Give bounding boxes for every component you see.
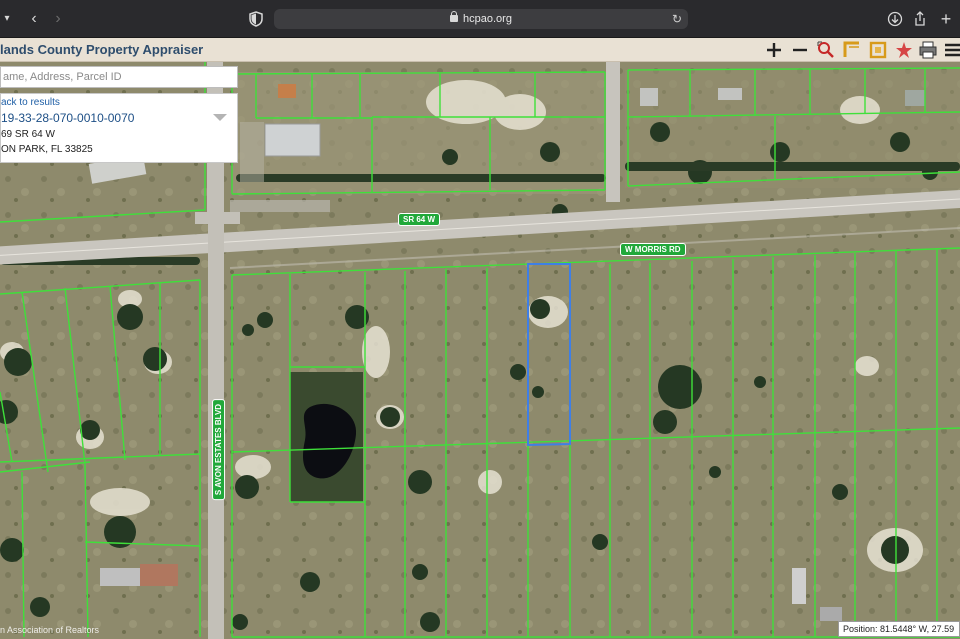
app-title: lands County Property Appraiser [0, 42, 204, 57]
new-tab-icon[interactable]: + [936, 9, 956, 29]
address-line-1: 69 SR 64 W [1, 129, 55, 140]
lock-icon [450, 11, 459, 22]
road-label-morris: W MORRIS RD [620, 243, 686, 256]
parcel-id[interactable]: 19-33-28-070-0010-0070 [1, 110, 237, 127]
building-commercial [264, 123, 321, 157]
shield-icon[interactable] [246, 9, 266, 29]
zoom-box-icon[interactable] [816, 40, 836, 60]
map-copyright: n Association of Realtors [0, 625, 100, 635]
print-icon[interactable] [918, 40, 938, 60]
url-text: hcpao.org [463, 13, 512, 25]
address-line-2: ON PARK, FL 33825 [1, 144, 93, 155]
downloads-icon[interactable] [885, 9, 905, 29]
app-header: lands County Property Appraiser [0, 38, 960, 62]
address-bar[interactable]: hcpao.org ↻ [274, 9, 688, 29]
back-to-results-link[interactable]: ack to results [1, 96, 237, 110]
search-panel: ack to results 19-33-28-070-0010-0070 69… [0, 66, 238, 163]
back-icon[interactable]: ‹ [24, 9, 44, 29]
zoom-out-icon[interactable] [790, 40, 810, 60]
reload-icon[interactable]: ↻ [672, 9, 682, 29]
forward-icon[interactable]: › [48, 9, 68, 29]
road-label-avon: S AVON ESTATES BLVD [212, 398, 226, 501]
road-label-sr64: SR 64 W [398, 213, 441, 226]
browser-toolbar: ▾ ‹ › hcpao.org ↻ + [0, 0, 960, 38]
share-icon[interactable] [910, 9, 930, 29]
select-box-icon[interactable] [868, 40, 888, 60]
search-input[interactable] [0, 66, 238, 88]
sidebar-chevron-icon[interactable]: ▾ [0, 9, 14, 29]
pond [290, 372, 363, 502]
pin-icon[interactable] [894, 40, 914, 60]
position-readout: Position: 81.5448° W, 27.59 [838, 621, 960, 637]
menu-icon[interactable] [943, 40, 960, 60]
measure-icon[interactable] [842, 40, 862, 60]
chevron-down-icon[interactable] [213, 114, 227, 121]
zoom-in-icon[interactable] [764, 40, 784, 60]
parcel-result-card[interactable]: ack to results 19-33-28-070-0010-0070 69… [0, 93, 238, 163]
